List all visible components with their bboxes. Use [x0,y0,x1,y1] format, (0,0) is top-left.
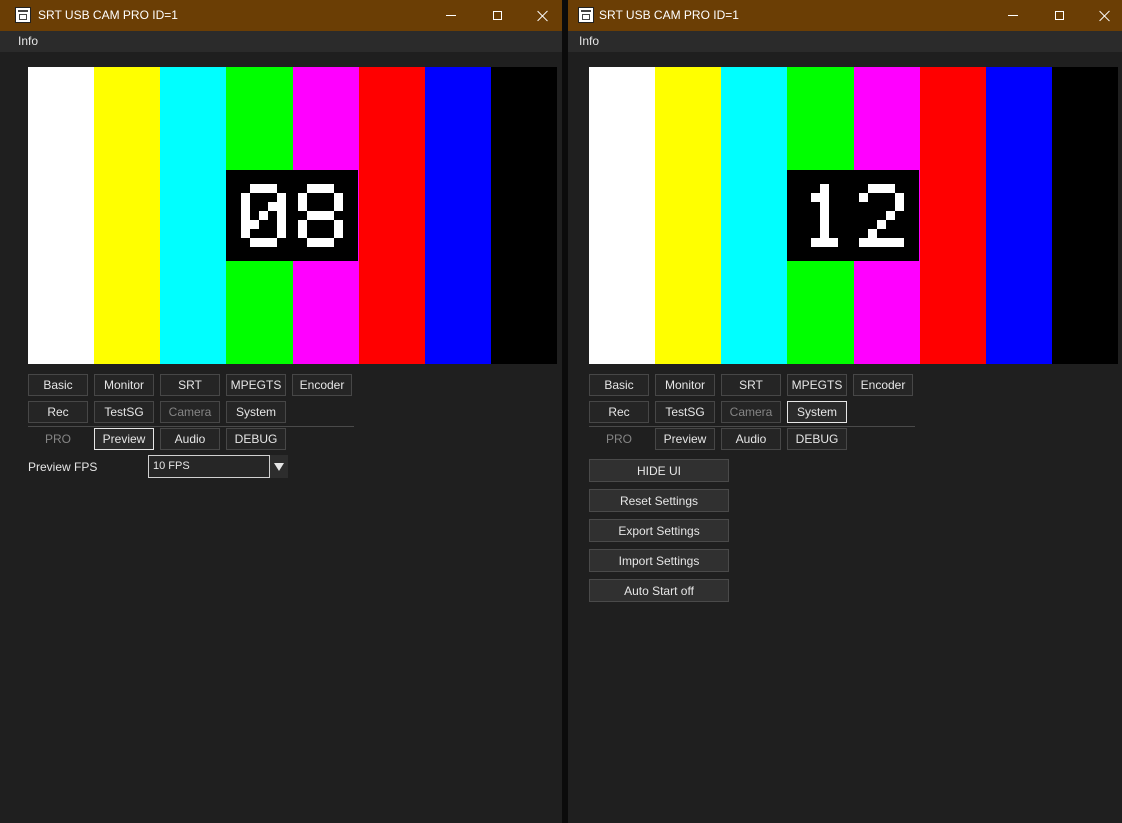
color-bar [28,67,95,364]
frame-counter [226,170,358,261]
tab-camera: Camera [160,401,220,423]
frame-counter [787,170,919,261]
camera-window-1: SRT USB CAM PRO ID=1 Info Basic Monitor … [0,0,562,823]
title-bar[interactable]: SRT USB CAM PRO ID=1 [0,0,562,31]
tab-testsg[interactable]: TestSG [655,401,715,423]
color-bar [490,67,557,364]
tab-preview[interactable]: Preview [655,428,715,450]
tab-pro: PRO [605,432,632,446]
video-preview [28,67,557,364]
color-bar [655,67,722,364]
tab-testsg[interactable]: TestSG [94,401,154,423]
counter-digit [241,184,286,247]
video-preview [589,67,1118,364]
tab-encoder[interactable]: Encoder [292,374,352,396]
color-bar [919,67,986,364]
color-bar [1051,67,1118,364]
color-bar [94,67,161,364]
color-bar [358,67,425,364]
color-bar [721,67,788,364]
export-settings-button[interactable]: Export Settings [589,519,729,542]
tab-mpegts[interactable]: MPEGTS [787,374,847,396]
camera-window-2: SRT USB CAM PRO ID=1 Info Basic Monitor … [568,0,1122,823]
color-bar [160,67,227,364]
title-bar[interactable]: SRT USB CAM PRO ID=1 [568,0,1122,31]
color-bar [589,67,656,364]
tab-monitor[interactable]: Monitor [655,374,715,396]
tab-audio[interactable]: Audio [160,428,220,450]
window-title: SRT USB CAM PRO ID=1 [599,8,739,22]
tab-monitor[interactable]: Monitor [94,374,154,396]
tab-srt[interactable]: SRT [160,374,220,396]
import-settings-button[interactable]: Import Settings [589,549,729,572]
counter-digit [802,184,847,247]
hide-ui-button[interactable]: HIDE UI [589,459,729,482]
dropdown-button[interactable] [270,455,288,478]
app-icon [15,7,31,23]
tab-system[interactable]: System [226,401,286,423]
close-icon [537,10,549,22]
counter-digit [298,184,343,247]
preview-fps-label: Preview FPS [28,460,98,474]
close-button[interactable] [520,0,562,31]
tab-camera: Camera [721,401,781,423]
app-icon [578,7,594,23]
close-button[interactable] [1082,0,1122,31]
tab-pro: PRO [44,432,71,446]
minimize-button[interactable] [428,0,474,31]
tab-debug[interactable]: DEBUG [226,428,286,450]
color-bar [985,67,1052,364]
color-bar [424,67,491,364]
tab-debug[interactable]: DEBUG [787,428,847,450]
maximize-icon [492,11,502,20]
auto-start-button[interactable]: Auto Start off [589,579,729,602]
tab-rec[interactable]: Rec [589,401,649,423]
tab-srt[interactable]: SRT [721,374,781,396]
tab-divider [589,426,915,427]
tab-encoder[interactable]: Encoder [853,374,913,396]
menu-info[interactable]: Info [18,34,38,48]
maximize-icon [1054,11,1064,20]
menu-bar: Info [568,31,1122,52]
tab-basic[interactable]: Basic [28,374,88,396]
tab-divider [28,426,354,427]
maximize-button[interactable] [474,0,520,31]
tab-mpegts[interactable]: MPEGTS [226,374,286,396]
tab-system[interactable]: System [787,401,847,423]
chevron-down-icon [274,462,284,471]
menu-info[interactable]: Info [579,34,599,48]
minimize-icon [1008,15,1018,16]
reset-settings-button[interactable]: Reset Settings [589,489,729,512]
tab-basic[interactable]: Basic [589,374,649,396]
preview-fps-select[interactable]: 10 FPS [148,455,270,478]
minimize-button[interactable] [990,0,1036,31]
close-icon [1099,10,1111,22]
tab-rec[interactable]: Rec [28,401,88,423]
counter-digit [859,184,904,247]
preview-fps-setting: Preview FPS 10 FPS [28,455,290,478]
tab-preview[interactable]: Preview [94,428,154,450]
menu-bar: Info [0,31,562,52]
minimize-icon [446,15,456,16]
maximize-button[interactable] [1036,0,1082,31]
window-title: SRT USB CAM PRO ID=1 [38,8,178,22]
tab-audio[interactable]: Audio [721,428,781,450]
